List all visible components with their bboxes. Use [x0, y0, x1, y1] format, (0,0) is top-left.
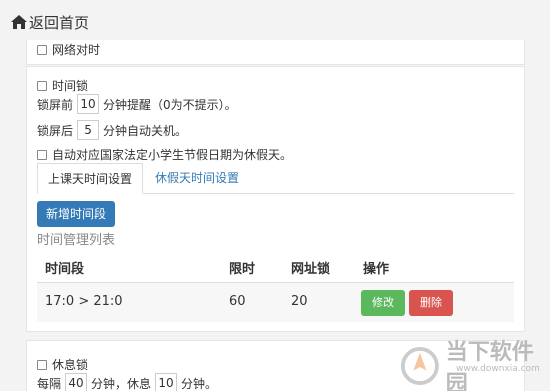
top-bar: 返回首页	[0, 0, 550, 44]
rest-suffix: 分钟。	[181, 376, 218, 391]
rest-mid-text: 分钟，休息	[91, 376, 152, 391]
rest-every-prefix: 每隔	[37, 376, 62, 391]
rest-lock-label: 休息锁	[52, 358, 89, 372]
table-header: 时间段 限时 网址锁 操作	[37, 250, 514, 282]
network-sync-label: 网络对时	[52, 43, 101, 57]
edit-button[interactable]: 修改	[361, 290, 405, 316]
home-icon	[11, 15, 27, 29]
row-period: 17:0 > 21:0	[45, 294, 123, 309]
header-period: 时间段	[45, 262, 85, 277]
time-lock-label: 时间锁	[52, 79, 89, 93]
watermark: 当下软件园 www.downxia.com	[400, 334, 550, 391]
rest-lock-checkbox[interactable]	[37, 359, 47, 370]
watermark-logo-icon	[400, 347, 439, 385]
time-lock-panel: 时间锁 锁屏前 10 分钟提醒（0为不提示）。 锁屏后 5 分钟自动关机。 自动…	[26, 66, 525, 332]
delete-button[interactable]: 删除	[409, 290, 453, 316]
network-sync-checkbox[interactable]	[37, 44, 47, 55]
time-lock-checkbox[interactable]	[37, 80, 47, 91]
watermark-text: 当下软件园	[445, 340, 534, 391]
tab-school-days[interactable]: 上课天时间设置	[37, 163, 143, 194]
back-home-label: 返回首页	[29, 13, 90, 32]
shutdown-minutes-input[interactable]: 5	[77, 120, 100, 140]
tab-holidays[interactable]: 休假天时间设置	[143, 163, 251, 194]
watermark-url: www.downxia.com	[456, 364, 540, 374]
rest-duration-input[interactable]: 10	[155, 373, 178, 391]
header-actions: 操作	[363, 262, 390, 277]
schedule-tabs: 上课天时间设置 休假天时间设置	[37, 163, 514, 194]
holiday-checkbox[interactable]	[37, 149, 47, 160]
shutdown-suffix: 分钟自动关机。	[103, 123, 188, 138]
row-url-lock: 20	[291, 294, 308, 309]
remind-minutes-input[interactable]: 10	[77, 94, 100, 114]
remind-prefix: 锁屏前	[37, 97, 74, 112]
back-home-link[interactable]: 返回首页	[11, 12, 89, 33]
holiday-label: 自动对应国家法定小学生节假日期为休假天。	[52, 148, 293, 162]
add-time-slot-button[interactable]: 新增时间段	[37, 201, 115, 227]
shutdown-prefix: 锁屏后	[37, 123, 74, 138]
network-sync-panel: 网络对时	[26, 40, 525, 65]
rest-interval-input[interactable]: 40	[65, 373, 88, 391]
header-url-lock: 网址锁	[291, 262, 331, 277]
table-title: 时间管理列表	[37, 233, 116, 248]
table-row: 17:0 > 21:0 60 20 修改 删除	[37, 282, 514, 322]
header-limit: 限时	[229, 262, 256, 277]
remind-suffix: 分钟提醒（0为不提示）。	[103, 97, 237, 112]
row-limit: 60	[229, 294, 246, 309]
